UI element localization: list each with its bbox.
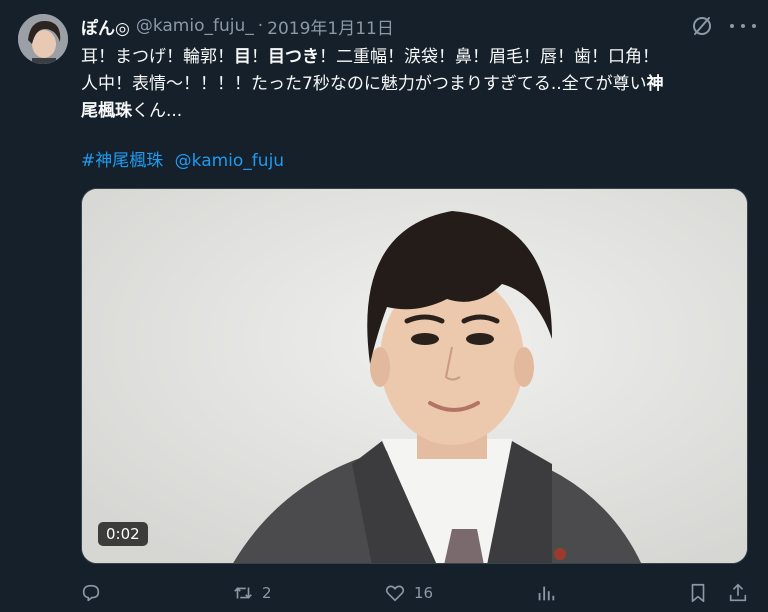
bookmark-button[interactable] [687,578,709,608]
share-icon [729,583,747,602]
tweet-header: ぽん◎ @kamio_fuju_ · 2019年1月11日 [81,14,394,39]
video-time-badge: 0:02 [98,522,148,546]
user-handle[interactable]: @kamio_fuju_ [136,16,254,36]
avatar[interactable] [18,14,68,64]
retweet-count: 2 [262,584,272,602]
video-player[interactable]: 0:02 [81,188,748,564]
display-name[interactable]: ぽん◎ [81,14,130,39]
views-button[interactable] [535,578,565,608]
more-options-icon[interactable] [730,16,756,36]
action-bar: 2 16 [0,578,768,608]
header-separator: · [257,16,264,36]
reply-icon [82,584,100,602]
hashtag-row: #神尾楓珠 @kamio_fuju [81,146,290,171]
hashtag-link[interactable]: #神尾楓珠 [81,151,163,171]
tweet-text-line: 耳！まつげ！輪郭！目！目つき！二重幅！涙袋！鼻！眉毛！唇！歯！口角！ [81,47,659,67]
avatar-image [18,14,68,64]
mention-link[interactable]: @kamio_fuju [175,151,284,171]
tweet-text-line: 尾楓珠くん... [81,101,183,121]
heart-icon [385,585,405,602]
tweet-text: 耳！まつげ！輪郭！目！目つき！二重幅！涙袋！鼻！眉毛！唇！歯！口角！ 人中！表情… [81,44,751,125]
bookmark-icon [691,583,705,603]
share-button[interactable] [727,578,749,608]
reply-button[interactable] [80,578,110,608]
tweet-text-line: 人中！表情〜！！！！たった7秒なのに魅力がつまりすぎてる..全てが尊い神 [81,74,664,94]
like-button[interactable]: 16 [384,578,433,608]
like-count: 16 [414,584,434,602]
video-thumbnail [82,189,747,563]
grok-icon[interactable] [690,14,714,38]
tweet-date[interactable]: 2019年1月11日 [267,14,394,39]
retweet-icon [234,587,252,599]
analytics-icon [538,586,555,601]
retweet-button[interactable]: 2 [232,578,272,608]
